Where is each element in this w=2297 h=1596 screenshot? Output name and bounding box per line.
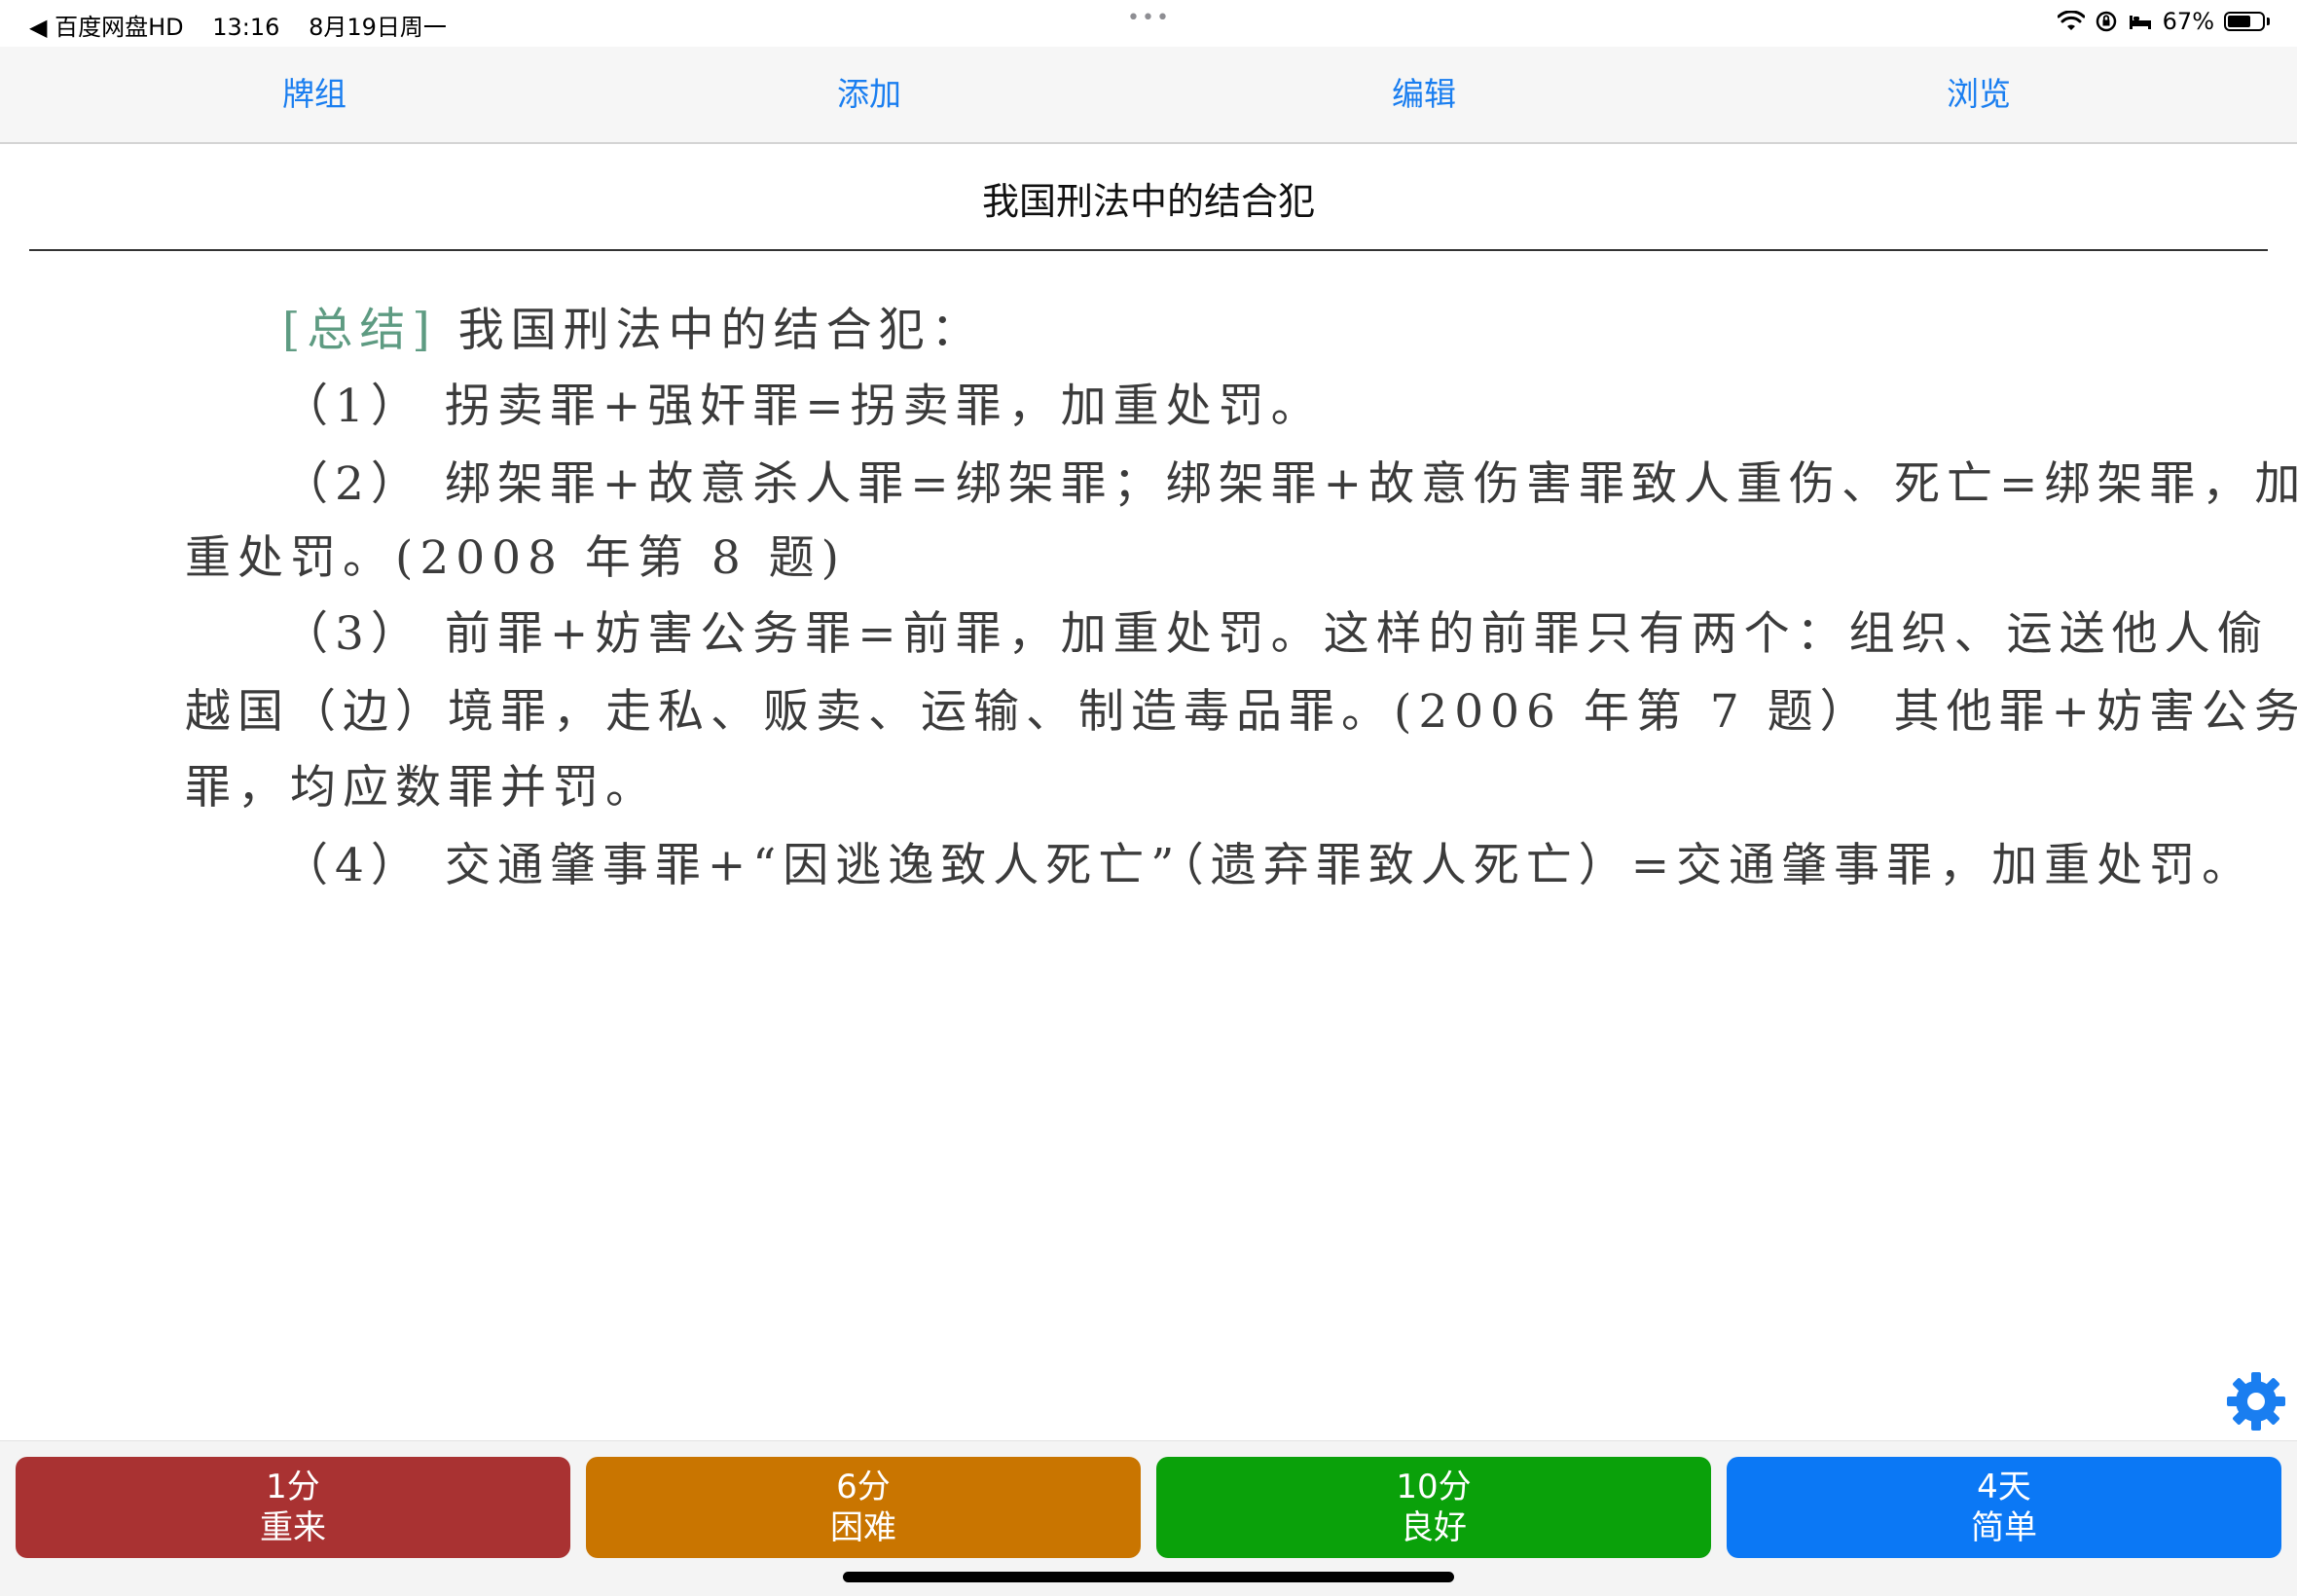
status-date: 8月19日周一 [309, 14, 447, 41]
again-interval: 1分 [266, 1468, 320, 1506]
status-right: 67% [2057, 8, 2270, 35]
battery-percent: 67% [2162, 8, 2214, 35]
card-scanned-text: [总结] 我国刑法中的结合犯： （1） 拐卖罪+强奸罪=拐卖罪，加重处罚。 （2… [156, 274, 2297, 926]
sleep-focus-icon [2129, 16, 2151, 29]
rule-line-4: （4） 交通肇事罪+“因逃逸致人死亡”（遗弃罪致人死亡）=交通肇事罪，加重处罚。 [282, 839, 2255, 892]
good-button[interactable]: 10分 良好 [1156, 1457, 1711, 1558]
home-indicator[interactable] [843, 1572, 1454, 1582]
top-navigation: 牌组 添加 编辑 浏览 [0, 47, 2297, 144]
tab-edit[interactable]: 编辑 [1147, 47, 1701, 142]
rule-line-3-cont: 越国（边）境罪，走私、贩卖、运输、制造毒品罪。(2006 年第 7 题） 其他罪… [185, 685, 2297, 739]
battery-level [2228, 16, 2250, 27]
battery-cap [2267, 18, 2270, 25]
rule-line-3-end: 罪，均应数罪并罚。 [185, 761, 658, 815]
status-left: ◀ 百度网盘HD 13:16 8月19日周一 [29, 8, 468, 42]
again-button[interactable]: 1分 重来 [16, 1457, 570, 1558]
summary-heading: 我国刑法中的结合犯： [436, 304, 984, 357]
easy-label: 简单 [1971, 1508, 2037, 1547]
card-title: 我国刑法中的结合犯 [981, 180, 1315, 223]
rule-line-2-cont: 重处罚。(2008 年第 8 题) [185, 531, 847, 585]
summary-line: [总结] 我国刑法中的结合犯： [282, 292, 984, 359]
battery-icon [2224, 12, 2265, 31]
tab-browse[interactable]: 浏览 [1701, 47, 2256, 142]
gear-icon[interactable] [2225, 1370, 2287, 1433]
rule-line-2: （2） 绑架罪+故意杀人罪=绑架罪；绑架罪+故意伤害罪致人重伤、死亡=绑架罪，加 [282, 457, 2297, 511]
hard-interval: 6分 [836, 1468, 891, 1506]
title-divider [29, 249, 2268, 251]
good-label: 良好 [1401, 1508, 1467, 1547]
summary-tag: [总结] [282, 304, 437, 357]
back-to-app-link[interactable]: ◀ 百度网盘HD [29, 14, 184, 41]
easy-button[interactable]: 4天 简单 [1727, 1457, 2281, 1558]
tab-add[interactable]: 添加 [592, 47, 1147, 142]
tab-decks[interactable]: 牌组 [37, 47, 592, 142]
good-interval: 10分 [1396, 1468, 1472, 1506]
rule-line-3: （3） 前罪+妨害公务罪=前罪，加重处罚。这样的前罪只有两个：组织、运送他人偷 [282, 607, 2270, 661]
status-bar: ◀ 百度网盘HD 13:16 8月19日周一 ••• 67% [0, 0, 2297, 47]
status-time: 13:16 [212, 14, 280, 41]
rule-line-1: （1） 拐卖罪+强奸罪=拐卖罪，加重处罚。 [282, 380, 1324, 433]
again-label: 重来 [260, 1508, 326, 1547]
easy-interval: 4天 [1977, 1468, 2031, 1506]
hard-label: 困难 [830, 1508, 896, 1547]
orientation-lock-icon [2096, 11, 2116, 32]
wifi-icon [2057, 11, 2085, 30]
hard-button[interactable]: 6分 困难 [586, 1457, 1141, 1558]
multitasking-dots[interactable]: ••• [1127, 6, 1171, 30]
